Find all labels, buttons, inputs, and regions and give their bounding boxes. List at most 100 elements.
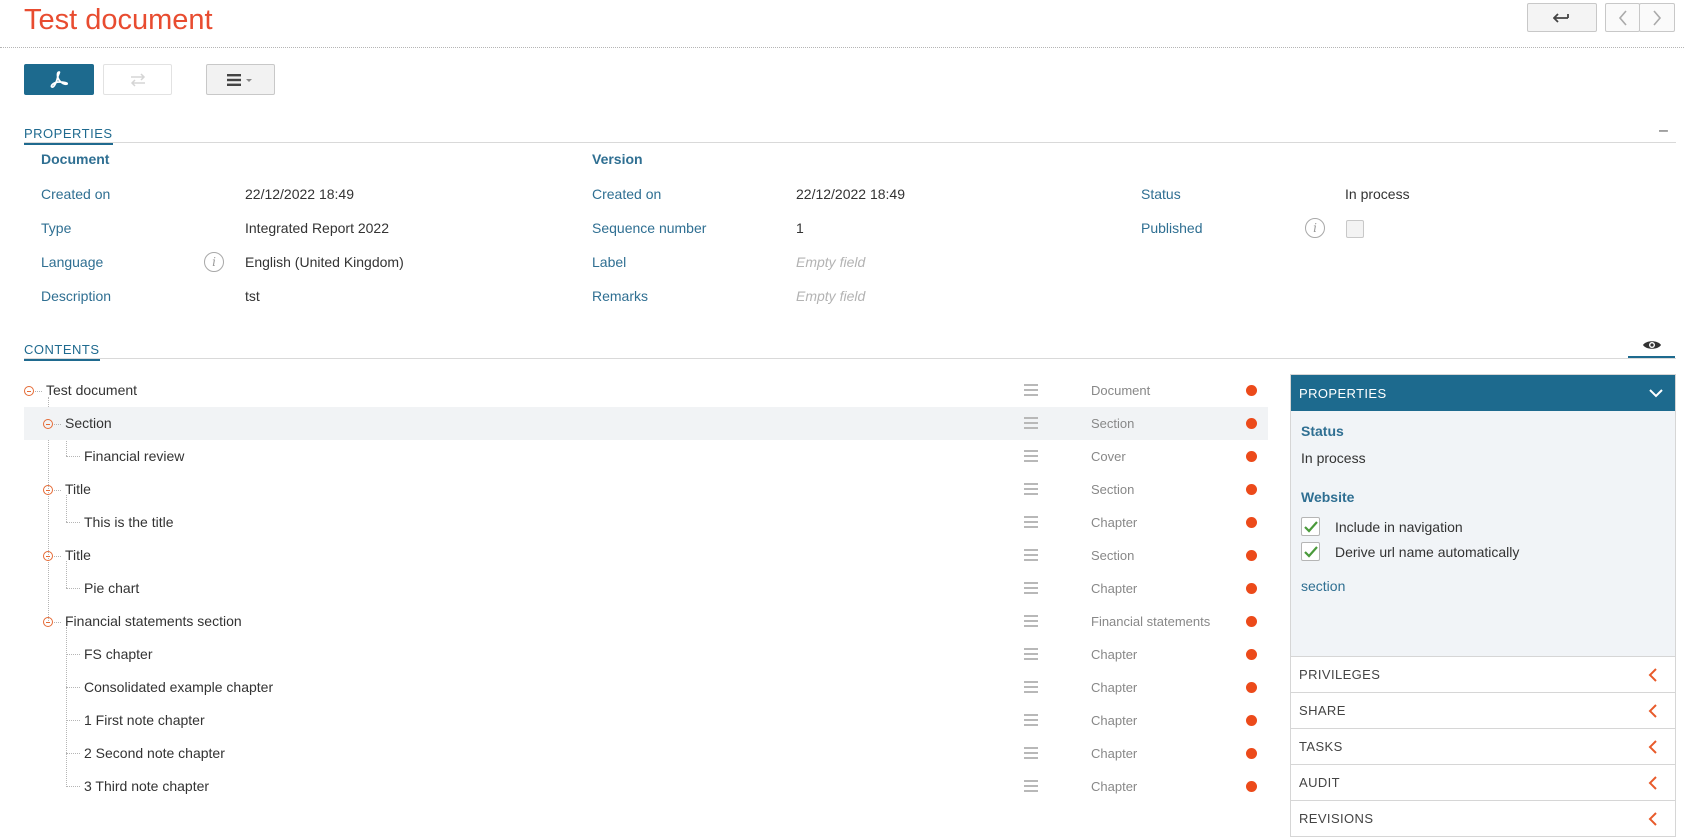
tree-row[interactable]: Section Section xyxy=(24,407,1268,440)
tree-row[interactable]: Financial review Cover xyxy=(24,440,1268,473)
document-created-label: Created on xyxy=(41,186,111,202)
panel-tasks-title: TASKS xyxy=(1299,739,1343,754)
published-label: Published xyxy=(1141,220,1203,236)
status-value: In process xyxy=(1345,186,1410,202)
panel-share-header[interactable]: SHARE xyxy=(1291,692,1675,728)
tree-row[interactable]: Consolidated example chapter Chapter xyxy=(24,671,1268,704)
tree-row-label: This is the title xyxy=(84,514,174,530)
chevron-left-icon xyxy=(1648,739,1657,754)
panel-revisions-title: REVISIONS xyxy=(1299,811,1374,826)
panel-properties-header[interactable]: PROPERTIES xyxy=(1291,375,1675,411)
properties-divider xyxy=(24,142,1676,143)
tree-row-label: Title xyxy=(65,547,91,563)
eye-icon xyxy=(1642,341,1661,349)
header-divider xyxy=(0,47,1684,48)
status-dot-icon xyxy=(1246,583,1257,594)
compare-button[interactable] xyxy=(103,64,172,95)
status-dot-icon xyxy=(1246,517,1257,528)
tree-row-type: Section xyxy=(1091,548,1135,563)
derive-url-option[interactable]: Derive url name automatically xyxy=(1301,542,1665,561)
tree-row-type: Section xyxy=(1091,482,1135,497)
include-navigation-checkbox[interactable] xyxy=(1301,517,1320,536)
drag-handle-icon[interactable] xyxy=(1024,483,1038,495)
tree-row-type: Document xyxy=(1091,383,1151,398)
published-checkbox[interactable] xyxy=(1346,220,1364,238)
info-icon[interactable]: i xyxy=(204,252,224,272)
panel-properties-body: Status In process Website Include in nav… xyxy=(1291,411,1675,656)
status-dot-icon xyxy=(1246,682,1257,693)
collapse-properties-button[interactable]: – xyxy=(1659,122,1668,140)
include-navigation-option[interactable]: Include in navigation xyxy=(1301,517,1665,536)
preview-toggle[interactable] xyxy=(1628,334,1675,358)
tree-row-type: Chapter xyxy=(1091,647,1138,662)
properties-heading[interactable]: PROPERTIES xyxy=(24,126,113,145)
drag-handle-icon[interactable] xyxy=(1024,582,1038,594)
actions-menu-button[interactable] xyxy=(206,64,275,95)
tree-row-label: Test document xyxy=(46,382,138,398)
include-navigation-label: Include in navigation xyxy=(1335,518,1463,535)
tree-connector xyxy=(54,490,61,491)
drag-handle-icon[interactable] xyxy=(1024,747,1038,759)
status-dot-icon xyxy=(1246,616,1257,627)
chevron-left-icon xyxy=(1648,775,1657,790)
collapse-toggle-icon[interactable] xyxy=(43,617,53,627)
url-name-link[interactable]: section xyxy=(1301,577,1665,595)
checkmark-icon xyxy=(1303,520,1318,533)
panel-privileges-title: PRIVILEGES xyxy=(1299,667,1381,682)
drag-handle-icon[interactable] xyxy=(1024,615,1038,627)
drag-handle-icon[interactable] xyxy=(1024,681,1038,693)
tree-row-label: Financial statements section xyxy=(65,613,242,629)
panel-website-heading: Website xyxy=(1301,489,1355,505)
tree-row[interactable]: FS chapter Chapter xyxy=(24,638,1268,671)
collapse-toggle-icon[interactable] xyxy=(43,551,53,561)
panel-properties-title: PROPERTIES xyxy=(1299,385,1387,401)
tree-row[interactable]: Financial statements section Financial s… xyxy=(24,605,1268,638)
status-dot-icon xyxy=(1246,550,1257,561)
drag-handle-icon[interactable] xyxy=(1024,714,1038,726)
panel-revisions-header[interactable]: REVISIONS xyxy=(1291,800,1675,836)
panel-privileges-header[interactable]: PRIVILEGES xyxy=(1291,656,1675,692)
tree-row-type: Section xyxy=(1091,416,1135,431)
pdf-icon xyxy=(50,70,69,88)
drag-handle-icon[interactable] xyxy=(1024,417,1038,429)
tree-row-type: Chapter xyxy=(1091,581,1138,596)
panel-audit-header[interactable]: AUDIT xyxy=(1291,764,1675,800)
collapse-toggle-icon[interactable] xyxy=(43,485,53,495)
document-type-label: Type xyxy=(41,220,72,236)
drag-handle-icon[interactable] xyxy=(1024,780,1038,792)
back-button[interactable] xyxy=(1527,3,1597,32)
tree-row[interactable]: Title Section xyxy=(24,473,1268,506)
panel-tasks-header[interactable]: TASKS xyxy=(1291,728,1675,764)
drag-handle-icon[interactable] xyxy=(1024,384,1038,396)
document-description-value: tst xyxy=(245,288,260,304)
contents-divider xyxy=(24,358,1676,359)
drag-handle-icon[interactable] xyxy=(1024,549,1038,561)
document-language-label: Language xyxy=(41,254,104,270)
contents-heading[interactable]: CONTENTS xyxy=(24,342,100,361)
document-created-value: 22/12/2022 18:49 xyxy=(245,186,354,202)
tree-row-label: 3 Third note chapter xyxy=(84,778,210,794)
collapse-toggle-icon[interactable] xyxy=(24,386,34,396)
tree-row[interactable]: 2 Second note chapter Chapter xyxy=(24,737,1268,770)
tree-row[interactable]: Test document Document xyxy=(24,374,1268,407)
next-button[interactable] xyxy=(1639,3,1675,32)
info-icon[interactable]: i xyxy=(1305,218,1325,238)
tree-row[interactable]: Title Section xyxy=(24,539,1268,572)
tree-row[interactable]: 3 Third note chapter Chapter xyxy=(24,770,1268,803)
drag-handle-icon[interactable] xyxy=(1024,450,1038,462)
drag-handle-icon[interactable] xyxy=(1024,516,1038,528)
status-dot-icon xyxy=(1246,418,1257,429)
document-heading: Document xyxy=(41,151,110,167)
tree-connector xyxy=(54,556,61,557)
previous-button[interactable] xyxy=(1605,3,1640,32)
version-remarks-value[interactable]: Empty field xyxy=(796,287,865,305)
pdf-button[interactable] xyxy=(24,64,94,95)
tree-row[interactable]: Pie chart Chapter xyxy=(24,572,1268,605)
tree-row[interactable]: This is the title Chapter xyxy=(24,506,1268,539)
version-label-value[interactable]: Empty field xyxy=(796,253,865,271)
collapse-toggle-icon[interactable] xyxy=(43,419,53,429)
drag-handle-icon[interactable] xyxy=(1024,648,1038,660)
tree-row[interactable]: 1 First note chapter Chapter xyxy=(24,704,1268,737)
derive-url-checkbox[interactable] xyxy=(1301,542,1320,561)
chevron-down-icon xyxy=(1649,388,1663,397)
